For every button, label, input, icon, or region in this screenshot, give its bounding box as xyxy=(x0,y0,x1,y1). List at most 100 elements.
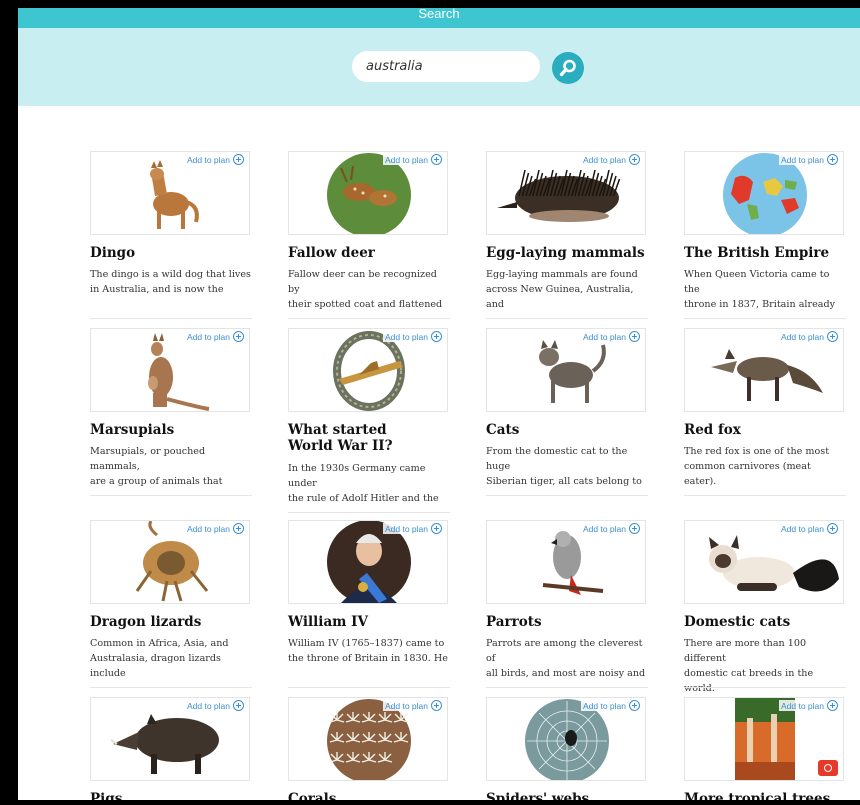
card-thumbnail[interactable]: Add to plan xyxy=(90,697,250,781)
add-to-plan-button[interactable]: Add to plan xyxy=(382,523,444,534)
description-line: in Australia, and is now the xyxy=(90,284,224,295)
card-thumbnail[interactable]: Add to plan xyxy=(684,697,844,781)
search-icon xyxy=(559,59,576,77)
add-to-plan-button[interactable]: Add to plan xyxy=(778,154,840,165)
add-to-plan-label: Add to plan xyxy=(780,331,824,342)
search-page: Search Add to plan Dingo The dingo is a wi… xyxy=(18,8,860,800)
card-title[interactable]: William IV xyxy=(288,614,458,630)
description-line: Fallow deer can be recognized by xyxy=(288,269,437,295)
card-thumbnail[interactable]: Add to plan xyxy=(90,520,250,604)
card-title[interactable]: Spiders' webs xyxy=(486,791,656,800)
description-line: William IV (1765–1837) came to xyxy=(288,638,445,649)
search-input[interactable] xyxy=(352,51,540,82)
add-to-plan-button[interactable]: Add to plan xyxy=(382,331,444,342)
description-line: the rule of Adolf Hitler and the xyxy=(288,493,439,504)
add-to-plan-button[interactable]: Add to plan xyxy=(184,331,246,342)
add-to-plan-label: Add to plan xyxy=(780,523,824,534)
add-to-plan-label: Add to plan xyxy=(384,154,428,165)
plus-circle-icon xyxy=(233,331,244,342)
left-edge xyxy=(0,8,18,805)
plus-circle-icon xyxy=(629,331,640,342)
card-title[interactable]: Marsupials xyxy=(90,422,260,438)
card-thumbnail[interactable]: Add to plan xyxy=(486,697,646,781)
card-title[interactable]: More tropical trees xyxy=(684,791,854,800)
add-to-plan-button[interactable]: Add to plan xyxy=(580,331,642,342)
plus-circle-icon xyxy=(827,331,838,342)
add-to-plan-button[interactable]: Add to plan xyxy=(778,700,840,711)
add-to-plan-button[interactable]: Add to plan xyxy=(184,523,246,534)
add-to-plan-button[interactable]: Add to plan xyxy=(778,331,840,342)
card-title[interactable]: Cats xyxy=(486,422,656,438)
description-line: domestic cat breeds in the world. xyxy=(684,668,814,694)
card-title[interactable]: What started World War II? xyxy=(288,422,428,454)
card-thumbnail[interactable]: Add to plan xyxy=(684,328,844,412)
card-title[interactable]: Red fox xyxy=(684,422,854,438)
add-to-plan-label: Add to plan xyxy=(780,700,824,711)
card-thumbnail[interactable]: Add to plan xyxy=(486,151,646,235)
add-to-plan-button[interactable]: Add to plan xyxy=(580,523,642,534)
card-title[interactable]: Dingo xyxy=(90,245,260,261)
description-line: The red fox is one of the most xyxy=(684,446,830,457)
plus-circle-icon xyxy=(629,523,640,534)
card-divider xyxy=(486,687,648,688)
card-title[interactable]: Parrots xyxy=(486,614,656,630)
card-description: Common in Africa, Asia, and Australasia, … xyxy=(90,636,252,681)
search-header: Search xyxy=(18,8,860,106)
card-thumbnail[interactable]: Add to plan xyxy=(684,520,844,604)
add-to-plan-label: Add to plan xyxy=(186,523,230,534)
plus-circle-icon xyxy=(233,700,244,711)
description-line: There are more than 100 different xyxy=(684,638,807,664)
card-divider xyxy=(90,495,252,496)
card-description: Marsupials, or pouched mammals, are a gro… xyxy=(90,444,252,489)
search-button[interactable] xyxy=(552,52,584,84)
card-thumbnail[interactable]: Add to plan xyxy=(486,328,646,412)
card-description: In the 1930s Germany came under the rule … xyxy=(288,461,450,506)
card-divider xyxy=(90,687,252,688)
add-to-plan-label: Add to plan xyxy=(582,523,626,534)
card-thumbnail[interactable]: Add to plan xyxy=(288,328,448,412)
card-divider xyxy=(90,318,252,319)
card-title[interactable]: Fallow deer xyxy=(288,245,458,261)
description-line: When Queen Victoria came to the xyxy=(684,269,830,295)
description-line: The dingo is a wild dog that lives xyxy=(90,269,251,280)
description-line: Marsupials, or pouched mammals, xyxy=(90,446,206,472)
add-to-plan-label: Add to plan xyxy=(384,523,428,534)
add-to-plan-button[interactable]: Add to plan xyxy=(580,154,642,165)
add-to-plan-button[interactable]: Add to plan xyxy=(778,523,840,534)
card-title[interactable]: Pigs xyxy=(90,791,260,800)
card-thumbnail[interactable]: Add to plan xyxy=(288,151,448,235)
card-thumbnail[interactable]: Add to plan xyxy=(90,328,250,412)
add-to-plan-label: Add to plan xyxy=(186,154,230,165)
card-thumbnail[interactable]: Add to plan xyxy=(90,151,250,235)
description-line: their spotted coat and flattened xyxy=(288,299,443,310)
window-top-edge xyxy=(0,0,860,8)
add-to-plan-label: Add to plan xyxy=(384,700,428,711)
description-line: Egg-laying mammals are found xyxy=(486,269,638,280)
card-title[interactable]: Dragon lizards xyxy=(90,614,260,630)
add-to-plan-button[interactable]: Add to plan xyxy=(580,700,642,711)
add-to-plan-button[interactable]: Add to plan xyxy=(184,700,246,711)
card-description: The red fox is one of the most common car… xyxy=(684,444,846,489)
description-line: Siberian tiger, all cats belong to xyxy=(486,476,642,487)
add-to-plan-button[interactable]: Add to plan xyxy=(382,700,444,711)
add-to-plan-label: Add to plan xyxy=(582,700,626,711)
card-title[interactable]: Egg-laying mammals xyxy=(486,245,656,261)
card-title[interactable]: The British Empire xyxy=(684,245,854,261)
card-divider xyxy=(288,318,450,319)
card-thumbnail[interactable]: Add to plan xyxy=(684,151,844,235)
card-thumbnail[interactable]: Add to plan xyxy=(288,697,448,781)
plus-circle-icon xyxy=(827,700,838,711)
card-divider xyxy=(288,512,450,513)
card-title[interactable]: Domestic cats xyxy=(684,614,854,630)
card-title[interactable]: Corals xyxy=(288,791,458,800)
card-thumbnail[interactable]: Add to plan xyxy=(288,520,448,604)
card-thumbnail[interactable]: Add to plan xyxy=(486,520,646,604)
description-line: Parrots are among the cleverest of xyxy=(486,638,643,664)
add-to-plan-button[interactable]: Add to plan xyxy=(382,154,444,165)
card-description: From the domestic cat to the huge Siberia… xyxy=(486,444,648,489)
card-divider xyxy=(486,495,648,496)
card-description: Egg-laying mammals are found across New G… xyxy=(486,267,648,312)
add-to-plan-label: Add to plan xyxy=(186,331,230,342)
add-to-plan-button[interactable]: Add to plan xyxy=(184,154,246,165)
page-title: Search xyxy=(418,8,460,21)
